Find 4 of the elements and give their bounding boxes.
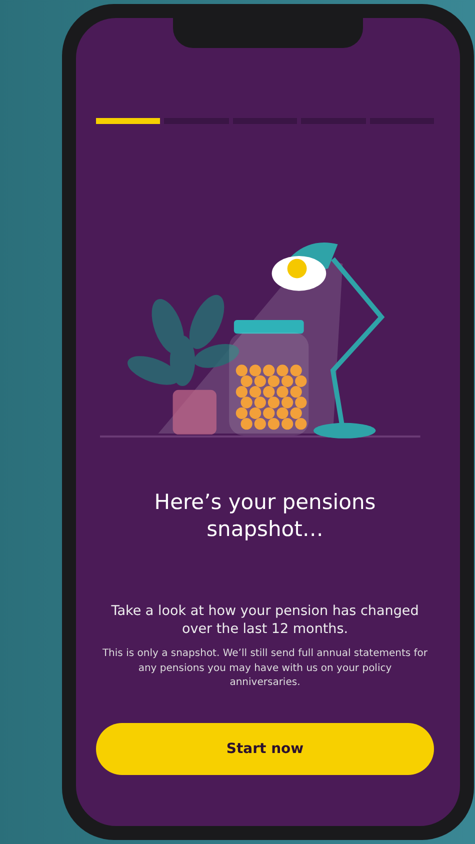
note-text: This is only a snapshot. We’ll still send full annual statements for any pensions you may have with us on your policy anniversaries.: [101, 647, 429, 690]
intro-text: Take a look at how your pension has changed over the last 12 months.: [110, 602, 420, 640]
heading: Here’s your pensions snapshot…: [153, 489, 377, 544]
start-button[interactable]: Start now: [96, 722, 434, 775]
